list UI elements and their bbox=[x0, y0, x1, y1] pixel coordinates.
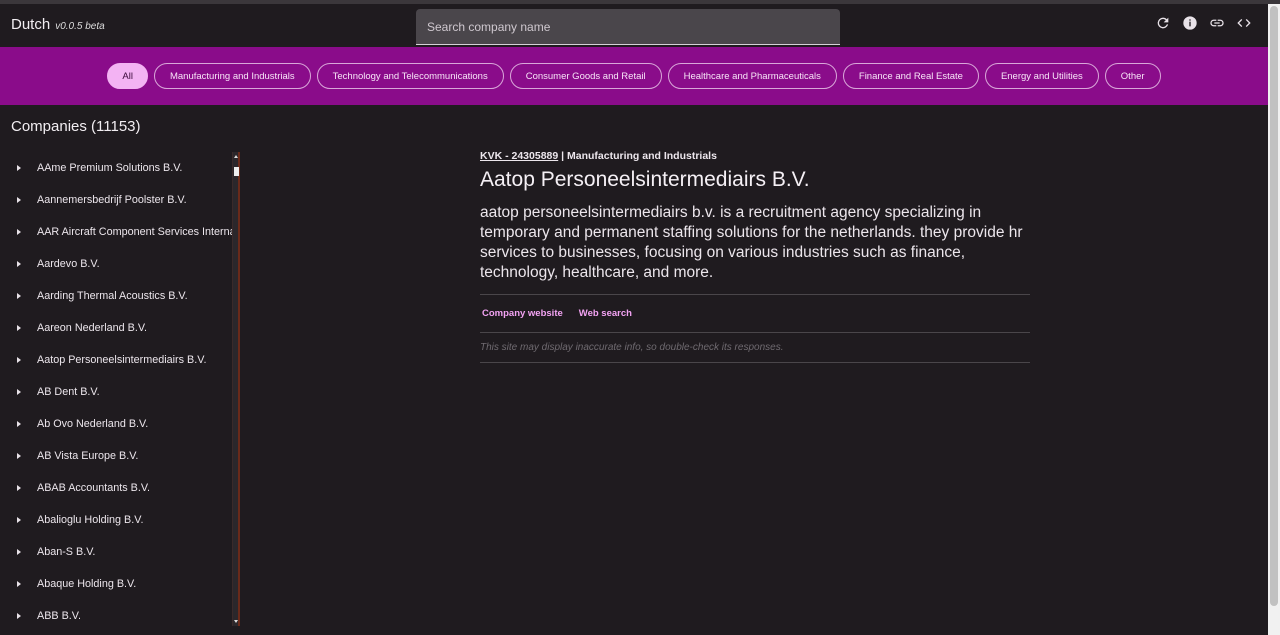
code-icon[interactable] bbox=[1235, 14, 1252, 31]
list-item[interactable]: ABB B.V. bbox=[0, 600, 240, 626]
brand: Dutch v0.0.5 beta bbox=[11, 16, 105, 33]
list-item[interactable]: AB Vista Europe B.V. bbox=[0, 440, 240, 472]
list-item[interactable]: Aban-S B.V. bbox=[0, 536, 240, 568]
company-name: Aarding Thermal Acoustics B.V. bbox=[37, 290, 188, 302]
divider bbox=[480, 362, 1030, 363]
company-list-scrollbar[interactable] bbox=[232, 152, 240, 626]
company-name: ABAB Accountants B.V. bbox=[37, 482, 151, 494]
company-name: Aareon Nederland B.V. bbox=[37, 322, 148, 334]
caret-right-icon bbox=[0, 421, 37, 427]
company-name: Aban-S B.V. bbox=[37, 546, 96, 558]
list-item[interactable]: Aannemersbedrijf Poolster B.V. bbox=[0, 184, 240, 216]
app-title: Dutch bbox=[11, 16, 51, 33]
caret-right-icon bbox=[0, 389, 37, 395]
caret-right-icon bbox=[0, 261, 37, 267]
company-list: AAme Premium Solutions B.V. Aannemersbed… bbox=[0, 152, 240, 626]
caret-right-icon bbox=[0, 549, 37, 555]
list-item[interactable]: AAme Premium Solutions B.V. bbox=[0, 152, 240, 184]
category-chip-consumer-goods[interactable]: Consumer Goods and Retail bbox=[509, 63, 662, 89]
caret-right-icon bbox=[0, 517, 37, 523]
app-bar: Dutch v0.0.5 beta bbox=[0, 4, 1268, 47]
page-scrollbar[interactable] bbox=[1268, 4, 1280, 635]
caret-right-icon bbox=[0, 581, 37, 587]
scrollbar-edge bbox=[238, 152, 240, 626]
search-input[interactable] bbox=[416, 9, 840, 44]
search-box[interactable] bbox=[416, 9, 840, 45]
company-website-link[interactable]: Company website bbox=[482, 308, 563, 319]
company-name: Abaque Holding B.V. bbox=[37, 578, 137, 590]
category-chip-manufacturing[interactable]: Manufacturing and Industrials bbox=[153, 63, 311, 89]
caret-right-icon bbox=[0, 453, 37, 459]
category-filter-bar: All Manufacturing and Industrials Techno… bbox=[0, 47, 1268, 105]
category-chip-finance[interactable]: Finance and Real Estate bbox=[842, 63, 979, 89]
category-chip-all[interactable]: All bbox=[107, 63, 148, 89]
company-links: Company website Web search bbox=[480, 295, 1030, 332]
info-icon[interactable] bbox=[1181, 14, 1198, 31]
company-name: AAR Aircraft Component Services Internat… bbox=[37, 226, 232, 238]
list-item[interactable]: Aareon Nederland B.V. bbox=[0, 312, 240, 344]
companies-heading: Companies (11153) bbox=[11, 118, 141, 135]
company-description: aatop personeelsintermediairs b.v. is a … bbox=[480, 204, 1023, 281]
list-item[interactable]: Aarding Thermal Acoustics B.V. bbox=[0, 280, 240, 312]
caret-right-icon bbox=[0, 197, 37, 203]
caret-right-icon bbox=[0, 293, 37, 299]
disclaimer-text: This site may display inaccurate info, s… bbox=[480, 342, 784, 353]
caret-right-icon bbox=[0, 357, 37, 363]
caret-right-icon bbox=[0, 229, 37, 235]
scroll-down-arrow-icon[interactable] bbox=[234, 620, 238, 623]
scroll-up-arrow-icon[interactable] bbox=[234, 155, 238, 158]
list-item[interactable]: Abalioglu Holding B.V. bbox=[0, 504, 240, 536]
company-name: AB Vista Europe B.V. bbox=[37, 450, 139, 462]
caret-right-icon bbox=[0, 165, 37, 171]
caret-right-icon bbox=[0, 325, 37, 331]
page-scrollbar-thumb[interactable] bbox=[1270, 6, 1278, 606]
company-name: Abalioglu Holding B.V. bbox=[37, 514, 144, 526]
company-name: Aannemersbedrijf Poolster B.V. bbox=[37, 194, 187, 206]
list-item[interactable]: ABAB Accountants B.V. bbox=[0, 472, 240, 504]
list-item[interactable]: Aardevo B.V. bbox=[0, 248, 240, 280]
list-item[interactable]: Aatop Personeelsintermediairs B.V. bbox=[0, 344, 240, 376]
web-search-link[interactable]: Web search bbox=[579, 308, 632, 319]
company-meta: KVK - 24305889 | Manufacturing and Indus… bbox=[480, 150, 1030, 162]
list-item[interactable]: Ab Ovo Nederland B.V. bbox=[0, 408, 240, 440]
category-chip-technology[interactable]: Technology and Telecommunications bbox=[316, 63, 504, 89]
link-icon[interactable] bbox=[1208, 14, 1225, 31]
company-name: Ab Ovo Nederland B.V. bbox=[37, 418, 149, 430]
company-category: Manufacturing and Industrials bbox=[567, 150, 717, 162]
company-detail: KVK - 24305889 | Manufacturing and Indus… bbox=[480, 150, 1030, 363]
category-chip-healthcare[interactable]: Healthcare and Pharmaceuticals bbox=[667, 63, 837, 89]
caret-right-icon bbox=[0, 613, 37, 619]
company-name: Aardevo B.V. bbox=[37, 258, 100, 270]
company-title: Aatop Personeelsintermediairs B.V. bbox=[480, 168, 810, 191]
category-chip-other[interactable]: Other bbox=[1104, 63, 1161, 89]
caret-right-icon bbox=[0, 485, 37, 491]
app-version: v0.0.5 beta bbox=[55, 21, 105, 32]
company-name: AB Dent B.V. bbox=[37, 386, 100, 398]
category-chip-energy[interactable]: Energy and Utilities bbox=[984, 63, 1099, 89]
company-name: ABB B.V. bbox=[37, 610, 82, 622]
company-name: Aatop Personeelsintermediairs B.V. bbox=[37, 354, 207, 366]
list-item[interactable]: AAR Aircraft Component Services Internat… bbox=[0, 216, 240, 248]
company-list-scrollbar-thumb[interactable] bbox=[234, 167, 239, 176]
list-item[interactable]: Abaque Holding B.V. bbox=[0, 568, 240, 600]
kvk-link[interactable]: KVK - 24305889 bbox=[480, 150, 558, 162]
meta-separator: | bbox=[558, 150, 567, 162]
refresh-icon[interactable] bbox=[1154, 14, 1171, 31]
toolbar-actions bbox=[1154, 14, 1252, 31]
company-name: AAme Premium Solutions B.V. bbox=[37, 162, 183, 174]
list-item[interactable]: AB Dent B.V. bbox=[0, 376, 240, 408]
